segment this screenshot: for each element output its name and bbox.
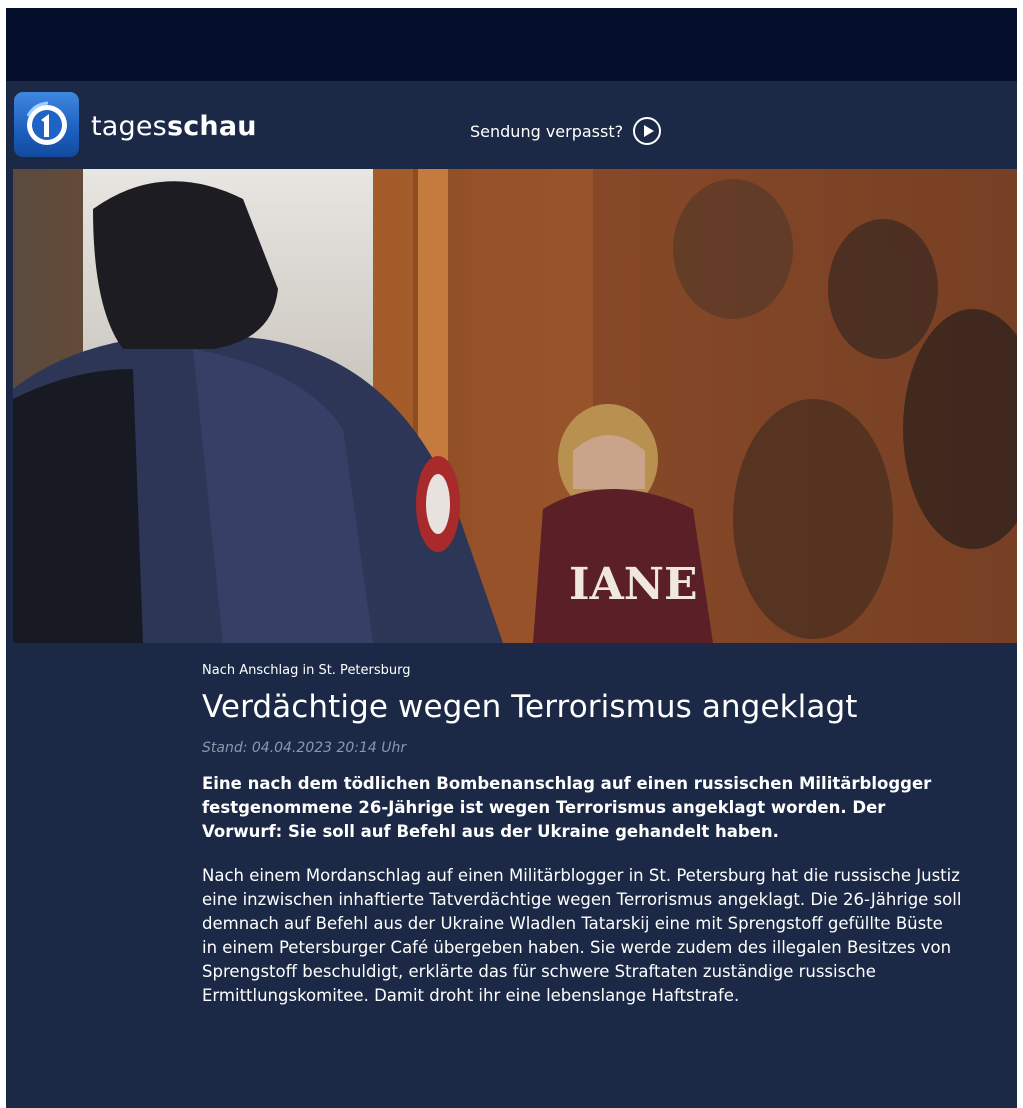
article: Nach Anschlag in St. Petersburg Verdächt… [202,663,962,1008]
page: tagesschau Sendung verpasst? IANE Nach A… [6,8,1017,1108]
article-timestamp: Stand: 04.04.2023 20:14 Uhr [202,740,407,756]
svg-text:IANE: IANE [569,559,697,610]
article-body: Nach einem Mordanschlag auf einen Militä… [202,866,962,1005]
play-circle-icon [633,117,662,145]
brand-bold: schau [166,111,257,142]
hero-photo: IANE [13,169,1017,643]
ard-one-logo-icon[interactable] [14,92,79,157]
site-header: tagesschau Sendung verpasst? [6,81,1017,169]
article-lead: Eine nach dem tödlichen Bombenanschlag a… [202,774,932,841]
article-topline: Nach Anschlag in St. Petersburg [202,663,411,678]
missed-broadcast-link[interactable]: Sendung verpasst? [470,117,662,145]
brand-wordmark[interactable]: tagesschau [91,111,257,142]
missed-broadcast-label: Sendung verpasst? [470,121,624,141]
brand-light: tages [91,111,167,142]
article-headline: Verdächtige wegen Terrorismus angeklagt [202,689,858,725]
top-bar [6,8,1017,81]
